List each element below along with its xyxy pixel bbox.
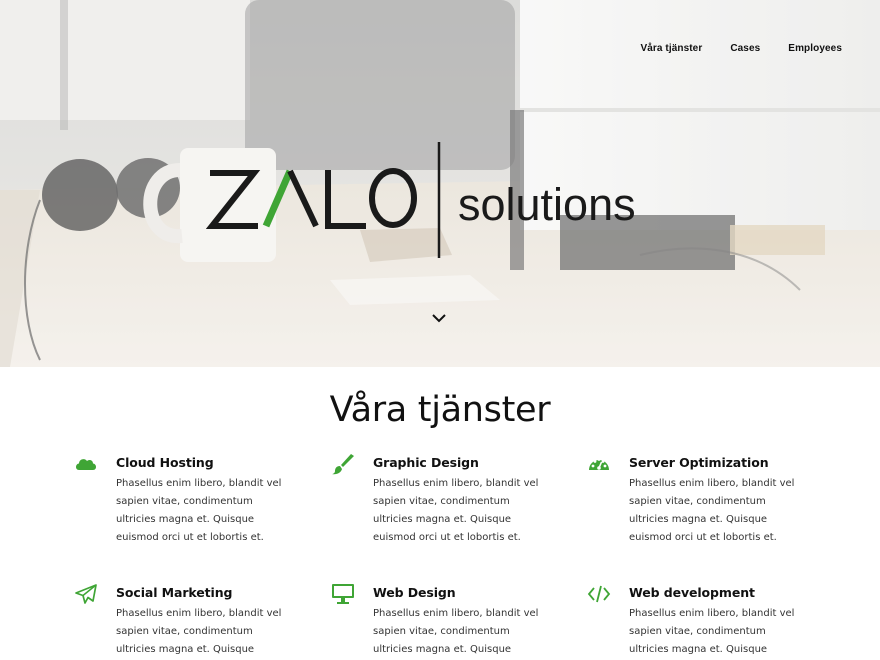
service-text: Phasellus enim libero, blandit vel sapie…	[116, 608, 282, 655]
service-text: Phasellus enim libero, blandit vel sapie…	[629, 478, 795, 543]
chevron-down-icon[interactable]	[430, 311, 448, 325]
zalo-solutions-logo[interactable]: solutions	[206, 140, 676, 260]
service-text: Phasellus enim libero, blandit vel sapie…	[629, 608, 795, 655]
service-title: Social Marketing	[116, 585, 233, 600]
service-title: Cloud Hosting	[116, 455, 214, 470]
cloud-icon	[76, 459, 96, 470]
service-title: Server Optimization	[629, 455, 769, 470]
dashboard-icon	[589, 458, 609, 470]
code-icon	[587, 585, 611, 603]
paintbrush-icon	[332, 454, 354, 475]
logo-tagline: solutions	[458, 179, 636, 230]
service-title: Graphic Design	[373, 455, 479, 470]
nav-item-employees[interactable]: Employees	[788, 43, 842, 54]
service-web-development: Web development Phasellus enim libero, b…	[587, 585, 829, 660]
service-text: Phasellus enim libero, blandit vel sapie…	[373, 608, 539, 655]
main-nav: Våra tjänster Cases Employees	[612, 43, 842, 54]
service-text: Phasellus enim libero, blandit vel sapie…	[373, 478, 539, 543]
service-title: Web Design	[373, 585, 456, 600]
service-server-optimization: Server Optimization Phasellus enim liber…	[589, 455, 829, 547]
desktop-icon	[332, 584, 354, 604]
service-social-marketing: Social Marketing Phasellus enim libero, …	[75, 584, 316, 660]
nav-item-vara-tjanster[interactable]: Våra tjänster	[640, 43, 702, 54]
service-cloud-hosting: Cloud Hosting Phasellus enim libero, bla…	[76, 455, 316, 547]
paper-plane-icon	[75, 584, 97, 604]
service-graphic-design: Graphic Design Phasellus enim libero, bl…	[332, 454, 573, 547]
nav-item-cases[interactable]: Cases	[730, 43, 760, 54]
service-web-design: Web Design Phasellus enim libero, blandi…	[332, 584, 573, 660]
section-title: Våra tjänster	[329, 390, 551, 430]
hero-banner: Våra tjänster Cases Employees solutions	[0, 0, 880, 367]
service-title: Web development	[629, 585, 755, 600]
service-text: Phasellus enim libero, blandit vel sapie…	[116, 478, 282, 543]
